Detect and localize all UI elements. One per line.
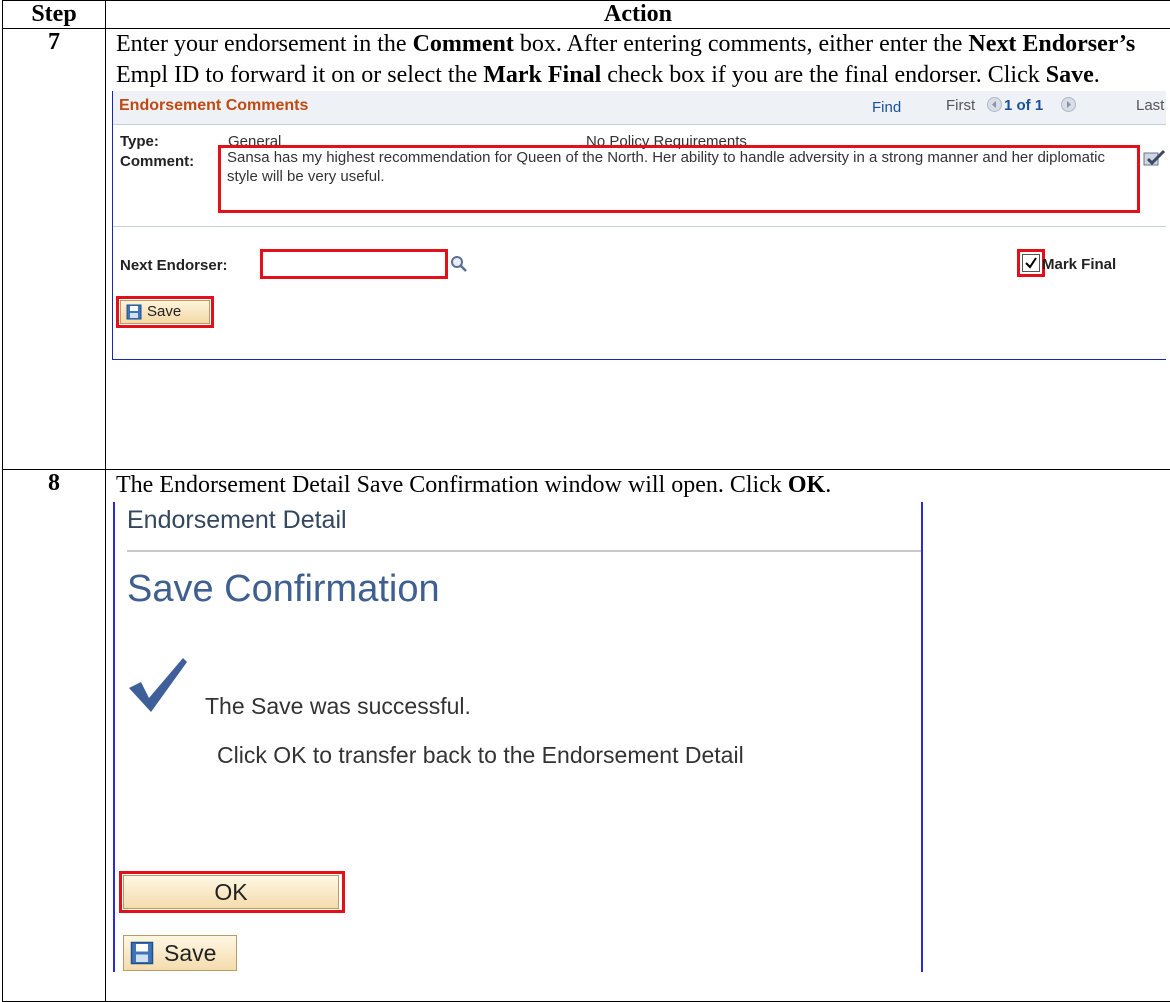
instruction-table: Step Action 7 Enter your endorsement in … [2,0,1170,1002]
save-button-label: Save [164,940,217,966]
comment-label: Comment: [120,153,195,170]
step-action: The Endorsement Detail Save Confirmation… [105,469,1170,1002]
bold-term: Save [1045,62,1094,88]
save-highlight [116,296,214,328]
prev-arrow-icon[interactable] [987,97,1002,112]
header-action: Action [105,0,1170,29]
type-label: Type: [120,133,159,150]
ok-highlight [119,871,345,913]
window-title: Endorsement Detail [127,506,347,534]
instruction-text: . [1093,62,1100,88]
mark-final-highlight [1017,249,1045,277]
checkmark-icon [125,652,189,721]
instruction-text: Enter your endorsement in the [116,31,413,57]
save-disk-icon [130,941,154,965]
instruction-text: check box if you are the final endorser.… [601,62,1046,88]
instruction-text: Empl ID to forward it on or select the [116,62,484,88]
next-arrow-icon[interactable] [1061,97,1076,112]
save-button[interactable]: Save [123,935,237,971]
bold-term: OK [787,472,826,498]
panel-title: Endorsement Comments [119,97,309,114]
bold-term: Comment [412,31,514,57]
instruction-text: The Endorsement Detail Save Confirmation… [116,472,788,498]
find-link[interactable]: Find [872,99,901,116]
step-number: 7 [2,28,106,470]
first-link[interactable]: First [946,97,975,114]
bold-term: Mark Final [483,62,602,88]
spellcheck-icon[interactable] [1142,149,1166,173]
page-count: 1 of 1 [1004,97,1044,114]
next-endorser-highlight [260,249,448,279]
instruction-text: box. After entering comments, either ent… [513,31,969,57]
mark-final-label: Mark Final [1042,256,1117,273]
step-instruction: Enter your endorsement in the Comment bo… [106,29,1170,91]
next-endorser-label: Next Endorser: [120,257,228,274]
step-number: 8 [2,469,106,1002]
instruction-text: . [825,472,832,498]
confirmation-heading: Save Confirmation [127,568,440,610]
header-step: Step [2,0,106,29]
save-confirmation-panel: Endorsement Detail Save Confirmation The… [113,502,923,972]
step-action: Enter your endorsement in the Comment bo… [105,28,1170,470]
comment-highlight [218,145,1140,213]
step-instruction: The Endorsement Detail Save Confirmation… [106,470,1170,501]
bold-term: Next Endorser’s [968,31,1136,57]
endorsement-comments-panel: Endorsement Comments Find First 1 of 1 L… [112,91,1166,360]
search-icon[interactable] [450,255,468,277]
last-link[interactable]: Last [1136,97,1164,114]
success-message: The Save was successful. [205,693,471,719]
transfer-message: Click OK to transfer back to the Endorse… [217,742,744,768]
